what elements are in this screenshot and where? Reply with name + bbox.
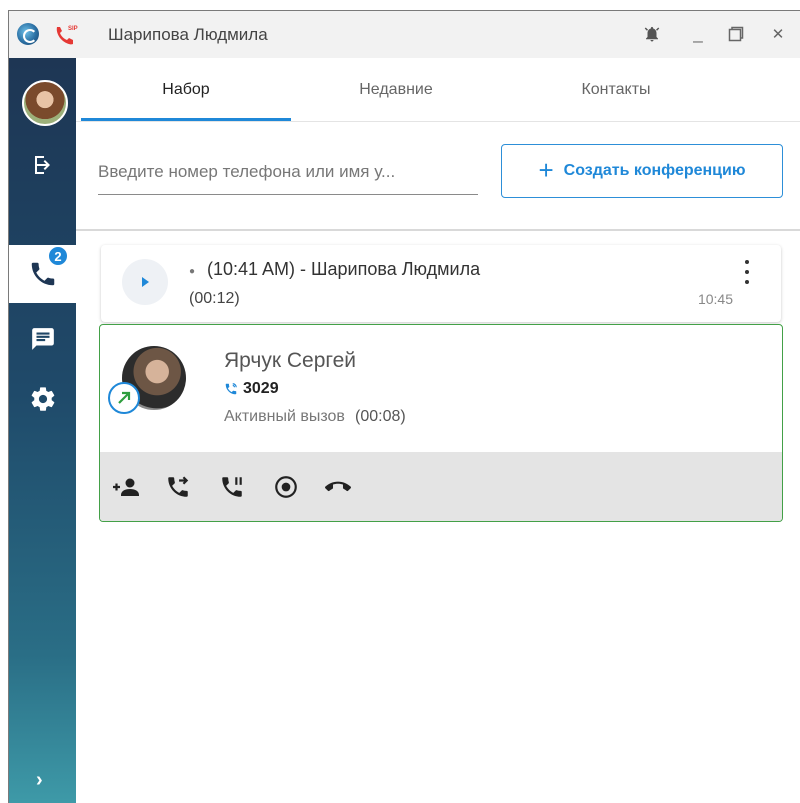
active-call-card: Ярчук Сергей 3029 Активный вызов (00:08) xyxy=(99,324,783,522)
active-tab-indicator xyxy=(81,118,291,121)
minimize-button[interactable]: _ xyxy=(687,21,709,47)
close-button[interactable]: ✕ xyxy=(765,21,791,47)
section-divider xyxy=(76,229,800,231)
record-icon xyxy=(275,476,297,498)
calls-count-badge: 2 xyxy=(47,245,69,267)
gear-icon xyxy=(31,387,54,411)
outgoing-call-arrow-icon xyxy=(108,382,140,414)
transfer-call-button[interactable] xyxy=(162,472,194,502)
play-button[interactable] xyxy=(122,259,168,305)
sidebar-item-settings[interactable] xyxy=(9,370,76,428)
record-call-button[interactable] xyxy=(270,472,302,502)
caller-extension: 3029 xyxy=(243,380,279,397)
alarm-bell-icon[interactable] xyxy=(639,21,665,47)
title-bar: SIP Шарипова Людмила _ ✕ xyxy=(9,11,800,58)
hang-up-button[interactable] xyxy=(322,472,354,502)
maximize-button[interactable] xyxy=(723,21,749,47)
logout-button[interactable] xyxy=(9,136,76,194)
more-options-icon[interactable] xyxy=(743,260,751,284)
app-logo-icon xyxy=(17,23,39,45)
plus-icon: + xyxy=(538,154,554,185)
search-field xyxy=(98,153,478,195)
app-window: SIP Шарипова Людмила _ ✕ 2 › Набор Недав… xyxy=(8,10,800,803)
hold-call-button[interactable] xyxy=(216,472,248,502)
hold-icon xyxy=(222,477,242,497)
transfer-icon xyxy=(168,476,189,497)
svg-text:SIP: SIP xyxy=(68,26,78,32)
recording-duration: (00:12) xyxy=(189,290,240,307)
recording-time: 10:45 xyxy=(697,291,733,307)
maximize-icon xyxy=(728,26,744,42)
window-title: Шарипова Людмила xyxy=(108,25,268,44)
user-avatar[interactable] xyxy=(22,80,68,126)
search-input[interactable] xyxy=(98,153,478,191)
call-elapsed-time: (00:08) xyxy=(355,408,406,425)
expand-sidebar-button[interactable]: › xyxy=(36,769,43,792)
sidebar-item-calls[interactable]: 2 xyxy=(9,245,76,303)
sip-phone-icon: SIP xyxy=(56,26,78,45)
play-icon xyxy=(142,277,149,287)
tab-dial[interactable]: Набор xyxy=(81,58,291,122)
add-participant-button[interactable] xyxy=(110,472,142,502)
tab-contacts[interactable]: Контакты xyxy=(501,58,731,122)
create-conference-label: Создать конференцию xyxy=(563,162,746,179)
create-conference-button[interactable]: + Создать конференцию xyxy=(501,144,783,198)
call-actions-bar xyxy=(100,452,782,521)
recording-card: ● (10:41 AM) - Шарипова Людмила (00:12) … xyxy=(101,245,781,322)
recording-dot-icon: ● xyxy=(189,266,196,277)
call-status: Активный вызов xyxy=(224,408,345,425)
tab-recent[interactable]: Недавние xyxy=(291,58,501,122)
add-person-icon xyxy=(113,478,139,496)
call-phone-icon xyxy=(225,383,237,395)
recording-title: (10:41 AM) - Шарипова Людмила xyxy=(207,259,481,279)
sidebar-item-chat[interactable] xyxy=(9,310,76,368)
caller-name: Ярчук Сергей xyxy=(224,349,356,372)
chat-icon xyxy=(31,328,54,350)
tab-bar: Набор Недавние Контакты xyxy=(76,58,800,122)
hang-up-icon xyxy=(325,481,351,492)
logout-icon xyxy=(34,156,50,174)
sidebar: 2 › xyxy=(9,58,76,803)
